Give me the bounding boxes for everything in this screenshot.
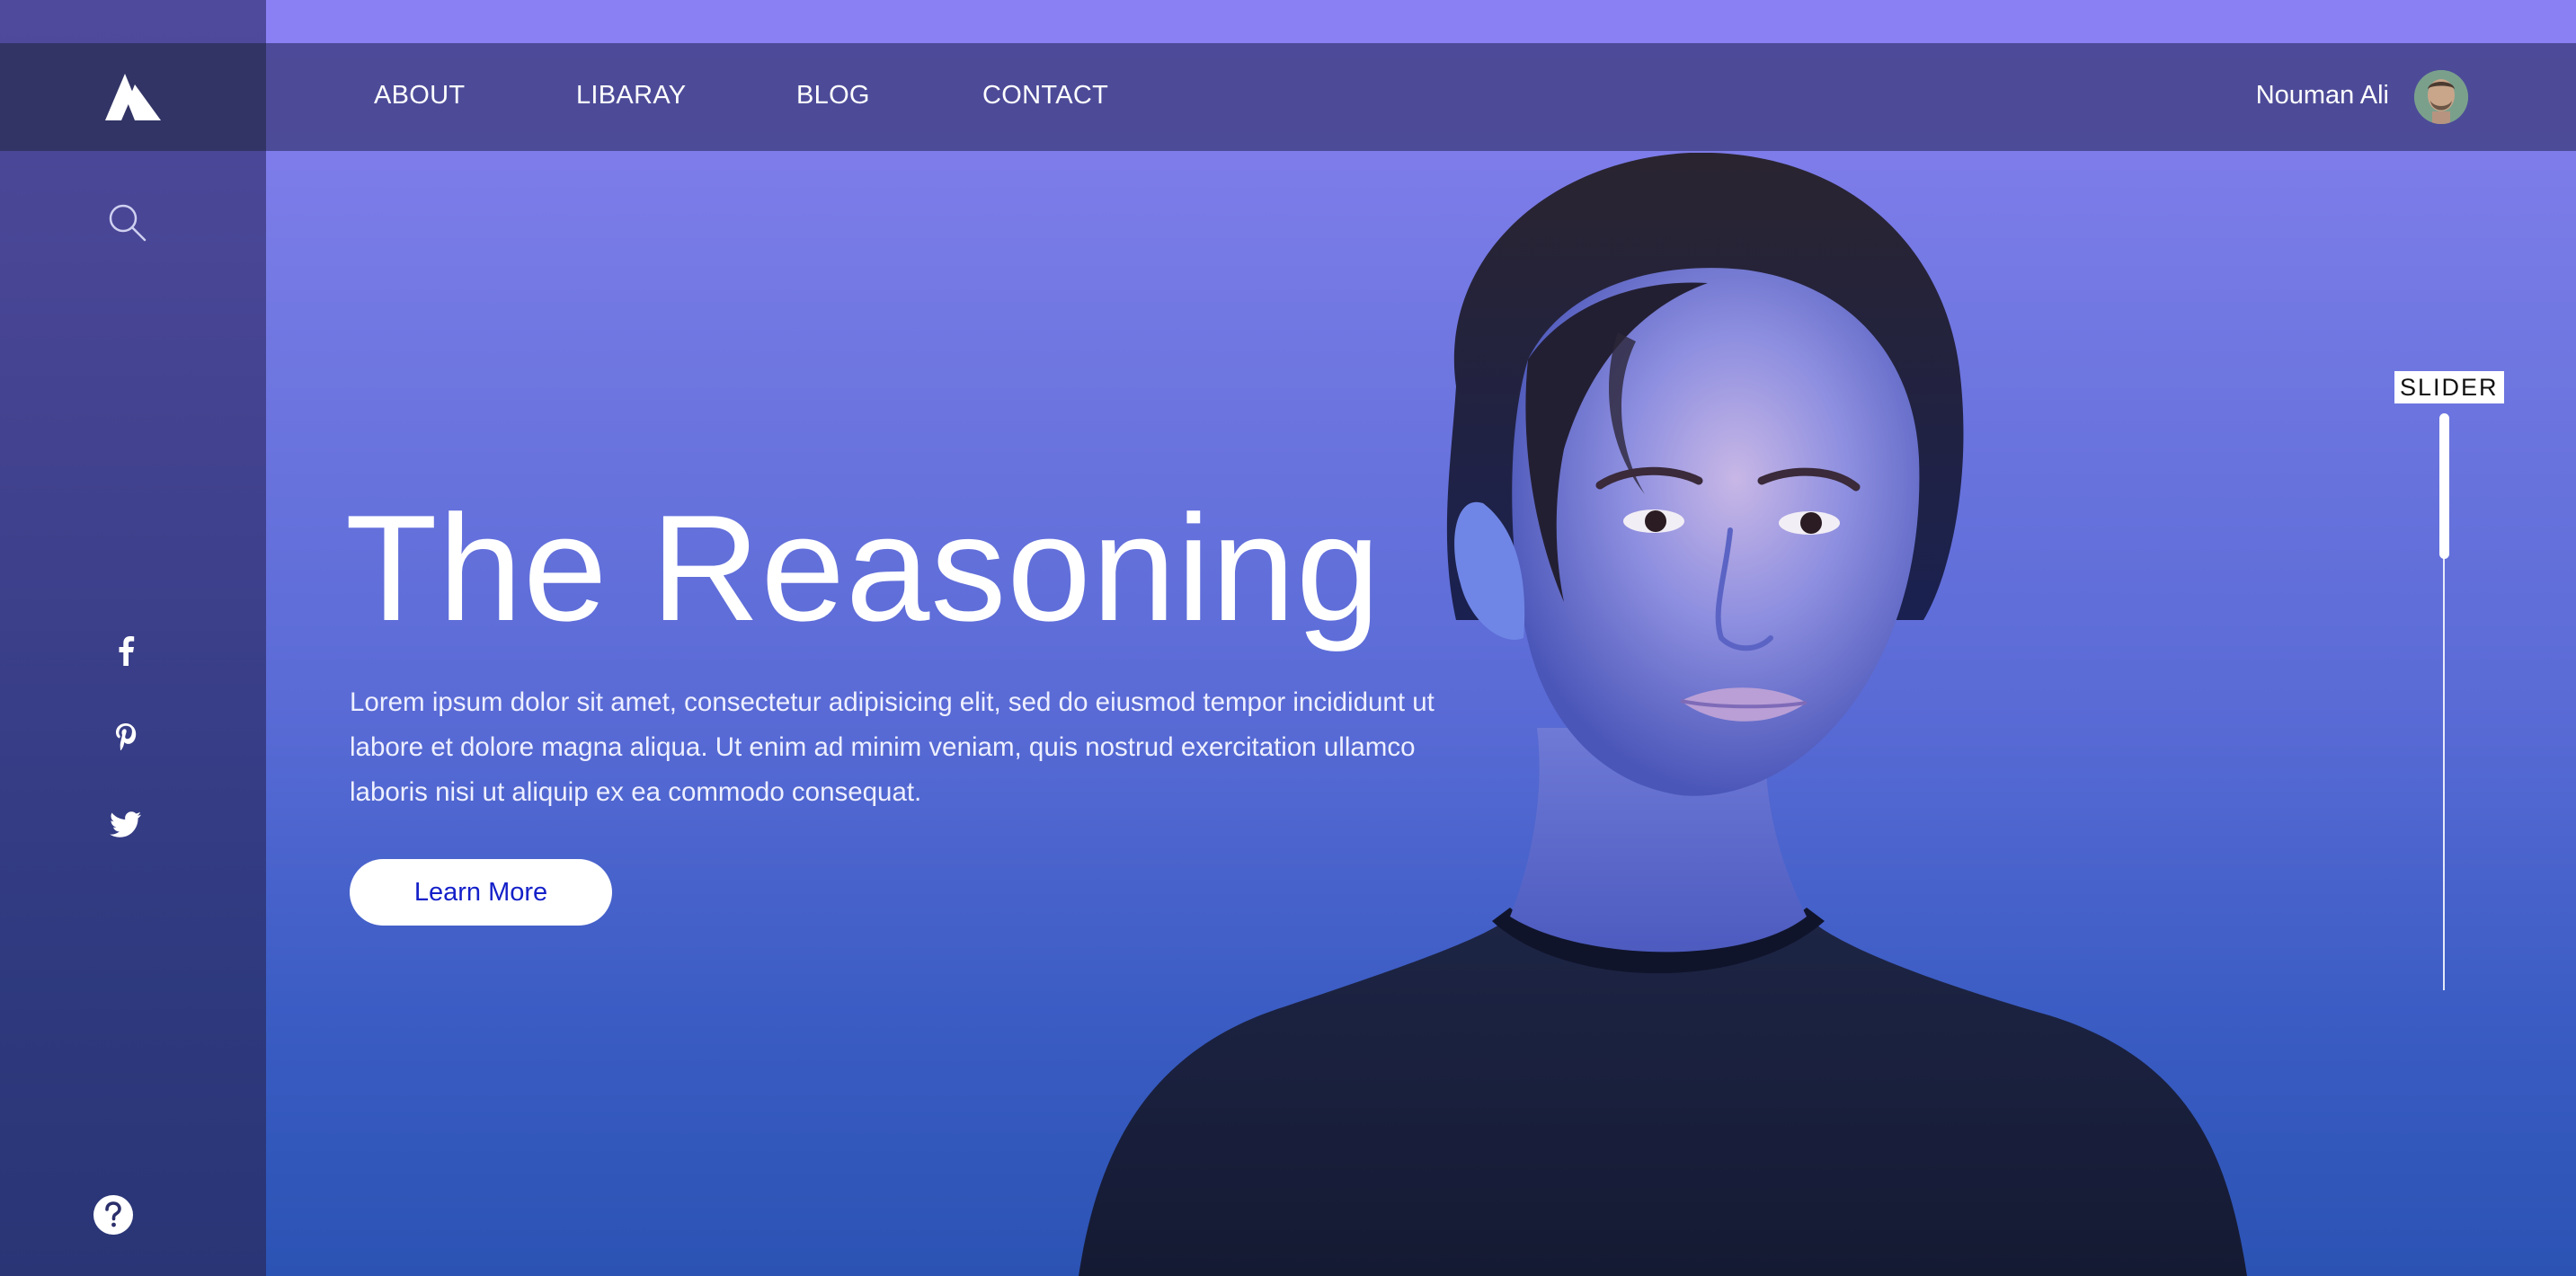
mountain-logo-icon	[105, 74, 161, 120]
avatar-image	[2414, 70, 2468, 124]
sidebar	[0, 0, 266, 1276]
twitter-icon	[110, 811, 141, 837]
facebook-link[interactable]	[104, 629, 147, 672]
top-strip	[266, 0, 2576, 43]
pinterest-link[interactable]	[104, 715, 147, 758]
logo-container[interactable]	[0, 43, 266, 151]
facebook-icon	[119, 636, 135, 666]
nav-blog[interactable]: BLOG	[796, 81, 870, 111]
pinterest-icon	[116, 723, 137, 750]
hero-title: The Reasoning	[345, 483, 1381, 652]
slider-thumb[interactable]	[2439, 413, 2449, 559]
user-name[interactable]: Nouman Ali	[2256, 81, 2389, 111]
nav-about[interactable]: ABOUT	[374, 81, 465, 111]
top-navigation: ABOUT LIBARAY BLOG CONTACT Nouman Ali	[266, 43, 2576, 151]
nav-contact[interactable]: CONTACT	[982, 81, 1108, 111]
nav-library[interactable]: LIBARAY	[576, 81, 686, 111]
search-button[interactable]	[106, 201, 147, 243]
learn-more-button[interactable]: Learn More	[350, 859, 612, 926]
landing-page: ABOUT LIBARAY BLOG CONTACT Nouman Ali Th…	[0, 0, 2576, 1276]
help-button[interactable]	[93, 1195, 133, 1235]
hero-description: Lorem ipsum dolor sit amet, consectetur …	[350, 687, 1435, 807]
search-icon	[109, 204, 147, 242]
twitter-link[interactable]	[104, 803, 147, 846]
help-icon	[105, 1201, 121, 1227]
slider-label: SLIDER	[2394, 371, 2504, 403]
user-avatar[interactable]	[2414, 70, 2468, 124]
